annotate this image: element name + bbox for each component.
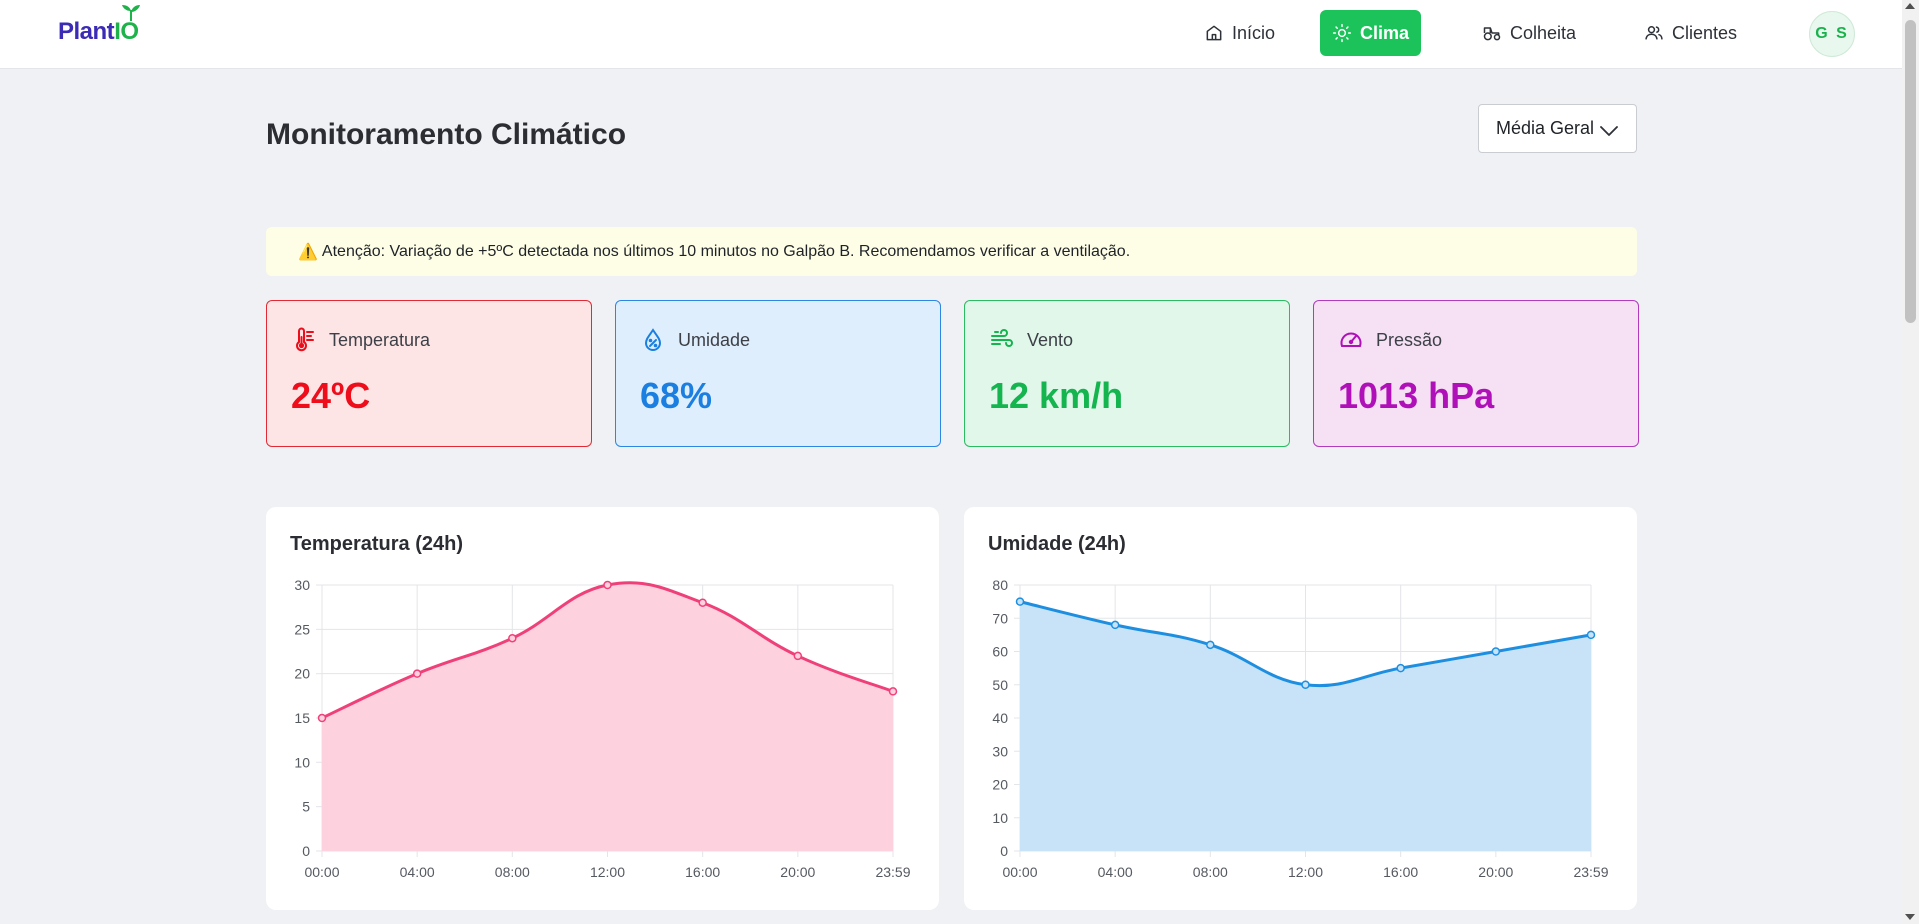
temperatura-y-tick-label: 25 <box>294 621 310 637</box>
metric-card-pressao: Pressão 1013 hPa <box>1313 300 1639 447</box>
umidade-data-point <box>1206 640 1215 650</box>
nav-clima[interactable]: Clima <box>1320 10 1422 56</box>
temperatura-x-tick-label: 20:00 <box>780 864 815 880</box>
temperatura-y-tick-label: 0 <box>302 843 310 859</box>
location-select[interactable]: Média Geral <box>1478 104 1637 153</box>
sun-icon <box>1332 23 1352 43</box>
droplet-percent-icon <box>644 328 662 351</box>
metric-label-umidade: Umidade <box>678 329 751 350</box>
temperatura-y-tick-label: 10 <box>294 754 310 770</box>
umidade-y-tick-label: 70 <box>992 610 1008 626</box>
nav-label-inicio: Início <box>1232 22 1276 43</box>
warning-icon: ⚠️ <box>298 243 318 261</box>
user-avatar[interactable]: G S <box>1809 11 1855 57</box>
temperatura-data-point <box>793 651 803 661</box>
umidade-y-tick-label: 20 <box>992 777 1008 793</box>
temperatura-y-tick-label: 15 <box>294 710 310 726</box>
umidade-data-point <box>1110 620 1120 630</box>
umidade-x-tick-label: 12:00 <box>1288 864 1323 880</box>
temperatura-x-tick-label: 12:00 <box>590 864 625 880</box>
metric-card-vento: Vento 12 km/h <box>964 300 1290 447</box>
temperatura-x-tick-label: 04:00 <box>400 864 435 880</box>
location-select-value: Média Geral <box>1496 118 1595 138</box>
temperatura-x-tick-label: 23:59 <box>875 864 910 880</box>
metric-value-umidade: 68% <box>640 375 713 416</box>
umidade-x-tick-label: 23:59 <box>1573 864 1608 880</box>
metric-value-pressao: 1013 hPa <box>1338 375 1495 416</box>
scroll-down-arrow-icon[interactable] <box>1905 914 1915 920</box>
nav-label-clientes: Clientes <box>1672 22 1738 43</box>
nav-clientes[interactable]: Clientes <box>1632 10 1749 56</box>
umidade-data-point <box>1586 630 1596 640</box>
scroll-up-arrow-icon[interactable] <box>1905 3 1915 9</box>
metric-card-umidade: Umidade 68% <box>615 300 941 447</box>
nav-label-clima: Clima <box>1360 22 1410 43</box>
umidade-x-tick-label: 00:00 <box>1002 864 1037 880</box>
chart-panel-umidade: Umidade (24h) 0 10 20 30 40 50 60 70 80 00:00 04:0… <box>964 507 1637 910</box>
nav-colheita[interactable]: Colheita <box>1470 10 1588 56</box>
logo-text-io: IO <box>114 18 139 45</box>
chart-panel-temperatura: Temperatura (24h) 0 5 10 15 20 25 30 00:00 04:00… <box>266 507 939 910</box>
umidade-data-point <box>1015 597 1025 606</box>
nav-inicio[interactable]: Início <box>1192 10 1287 56</box>
umidade-y-tick-label: 80 <box>992 577 1008 593</box>
umidade-y-tick-label: 50 <box>992 677 1008 693</box>
umidade-y-tick-label: 10 <box>992 810 1008 826</box>
temperatura-x-tick-label: 00:00 <box>304 864 339 880</box>
metric-label-vento: Vento <box>1027 329 1074 350</box>
gauge-icon <box>1340 332 1362 347</box>
temperatura-data-point <box>317 713 327 723</box>
temperature-alert: ⚠️ Atenção: Variação de +5ºC detectada n… <box>266 227 1637 276</box>
temperatura-data-point <box>508 633 517 643</box>
app-logo[interactable]: Plant IO <box>58 5 140 46</box>
leaf-icon <box>122 5 140 22</box>
umidade-y-tick-label: 40 <box>992 710 1008 726</box>
metric-value-temperatura: 24ºC <box>291 375 371 416</box>
wind-icon <box>991 329 1013 347</box>
umidade-x-tick-label: 16:00 <box>1383 864 1418 880</box>
umidade-y-tick-label: 60 <box>992 644 1008 660</box>
temperatura-y-tick-label: 5 <box>302 799 310 815</box>
umidade-x-tick-label: 04:00 <box>1098 864 1133 880</box>
temperatura-area-fill <box>322 582 893 851</box>
users-icon <box>1645 26 1663 40</box>
metric-card-temperatura: Temperatura 24ºC <box>266 300 592 447</box>
metric-label-temperatura: Temperatura <box>329 329 431 350</box>
scrollbar-thumb[interactable] <box>1905 20 1916 323</box>
alert-text: Atenção: Variação de +5ºC detectada nos … <box>321 242 1131 260</box>
umidade-x-tick-label: 08:00 <box>1193 864 1228 880</box>
tractor-icon <box>1483 27 1501 41</box>
nav-label-colheita: Colheita <box>1510 22 1577 43</box>
temperatura-y-tick-label: 20 <box>294 666 310 682</box>
umidade-y-tick-label: 0 <box>1000 843 1008 859</box>
temperatura-data-point <box>412 669 422 678</box>
home-icon <box>1206 25 1222 41</box>
page-title: Monitoramento Climático <box>266 118 627 151</box>
umidade-data-point <box>1301 680 1310 689</box>
chart-umidade: 0 10 20 30 40 50 60 70 80 00:00 04:00 08:00 12:00 16:… <box>992 577 1608 880</box>
metric-label-pressao: Pressão <box>1376 329 1443 350</box>
metric-value-vento: 12 km/h <box>989 375 1124 416</box>
thermometer-icon <box>296 327 314 352</box>
temperatura-y-tick-label: 30 <box>294 577 310 593</box>
temperatura-data-point <box>603 580 612 590</box>
umidade-data-point <box>1396 663 1405 673</box>
top-navbar: Plant IO Início Clima Colheita Clientes G… <box>0 0 1902 69</box>
temperatura-data-point <box>698 598 707 607</box>
umidade-x-tick-label: 20:00 <box>1478 864 1513 880</box>
chart-temperatura: 0 5 10 15 20 25 30 00:00 04:00 08:00 12:00 16:00 20:… <box>294 577 910 880</box>
logo-text-plant: Plant <box>58 18 115 45</box>
temperatura-x-tick-label: 08:00 <box>495 864 530 880</box>
temperatura-data-point <box>888 687 898 696</box>
umidade-y-tick-label: 30 <box>992 743 1008 759</box>
chevron-down-icon <box>1600 126 1618 136</box>
temperatura-x-tick-label: 16:00 <box>685 864 720 880</box>
umidade-data-point <box>1491 647 1501 656</box>
